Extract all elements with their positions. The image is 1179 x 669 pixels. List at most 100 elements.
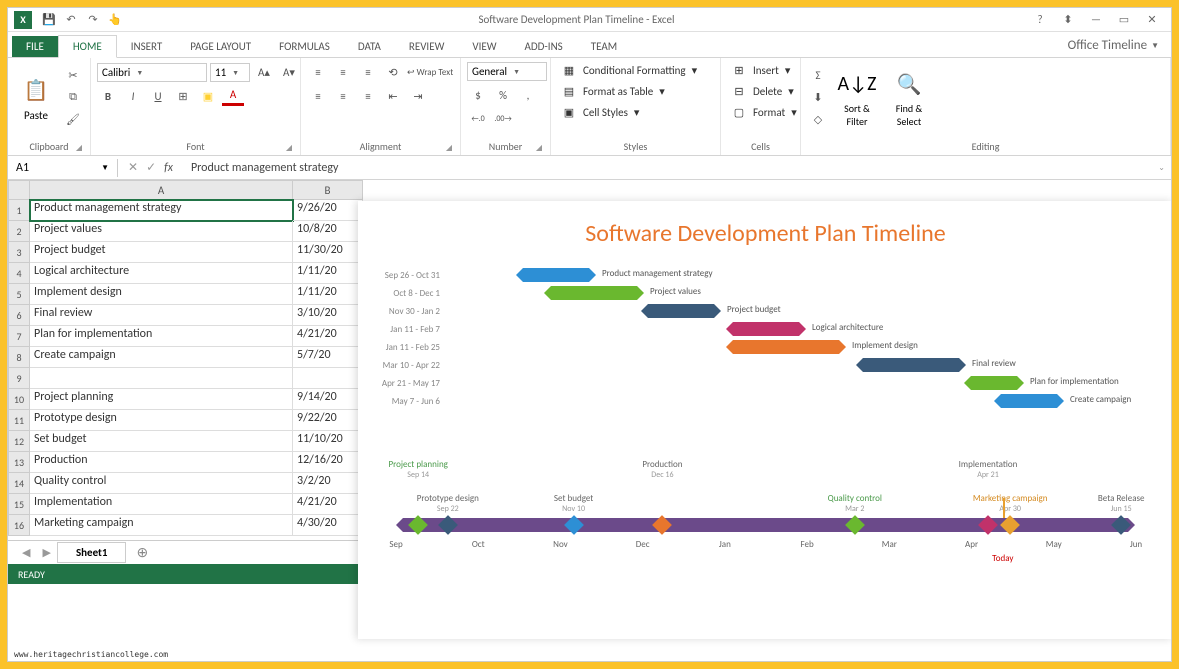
expand-formula-bar-icon[interactable]: ⌄ (1152, 163, 1171, 173)
tab-page-layout[interactable]: PAGE LAYOUT (176, 36, 265, 57)
decrease-decimal-icon[interactable]: .00→ (492, 109, 514, 129)
cell[interactable]: Final review (30, 305, 293, 326)
orientation-icon[interactable]: ⟲ (382, 62, 404, 82)
align-left-icon[interactable]: ≡ (307, 86, 329, 106)
row-header[interactable]: 1 (8, 200, 30, 221)
row-header[interactable]: 16 (8, 515, 30, 536)
font-size-select[interactable]: 11▼ (210, 63, 250, 82)
comma-icon[interactable]: , (517, 85, 539, 105)
undo-icon[interactable]: ↶ (63, 12, 79, 28)
delete-cells-button[interactable]: ⊟Delete▾ (727, 83, 798, 100)
format-painter-icon[interactable]: 🖌 (62, 109, 84, 129)
increase-indent-icon[interactable]: ⇥ (407, 86, 429, 106)
cell[interactable] (293, 368, 363, 389)
cell[interactable]: Project values (30, 221, 293, 242)
row-header[interactable]: 2 (8, 221, 30, 242)
ribbon-options-icon[interactable]: ⬍ (1055, 10, 1081, 30)
save-icon[interactable]: 💾 (41, 12, 57, 28)
cell[interactable]: Plan for implementation (30, 326, 293, 347)
tab-home[interactable]: HOME (58, 35, 117, 58)
maximize-button[interactable]: ▭ (1111, 10, 1137, 30)
close-button[interactable]: ✕ (1139, 10, 1165, 30)
cell[interactable]: 1/11/20 (293, 263, 363, 284)
cell[interactable]: 4/21/20 (293, 326, 363, 347)
align-top-icon[interactable]: ≡ (307, 62, 329, 82)
minimize-button[interactable]: — (1083, 10, 1109, 30)
paste-button[interactable]: 📋Paste (14, 62, 58, 132)
cell[interactable]: Project planning (30, 389, 293, 410)
row-header[interactable]: 10 (8, 389, 30, 410)
new-sheet-button[interactable]: ⊕ (126, 544, 158, 561)
increase-decimal-icon[interactable]: ←.0 (467, 109, 489, 129)
cell[interactable]: 12/16/20 (293, 452, 363, 473)
cell[interactable]: 11/30/20 (293, 242, 363, 263)
font-launcher-icon[interactable]: ◢ (286, 143, 292, 153)
enter-formula-icon[interactable]: ✓ (146, 160, 156, 175)
cell[interactable]: Project budget (30, 242, 293, 263)
border-icon[interactable]: ⊞ (172, 86, 194, 106)
cell[interactable]: Quality control (30, 473, 293, 494)
sheet-nav-next-icon[interactable]: ▶ (36, 546, 56, 559)
insert-cells-button[interactable]: ⊞Insert▾ (727, 62, 794, 79)
cell[interactable]: 11/10/20 (293, 431, 363, 452)
cell[interactable]: Set budget (30, 431, 293, 452)
formula-input[interactable]: Product management strategy (183, 159, 1152, 177)
sort-filter-button[interactable]: A↓ZSort & Filter (833, 62, 881, 132)
align-middle-icon[interactable]: ≡ (332, 62, 354, 82)
sheet-nav-prev-icon[interactable]: ◀ (16, 546, 36, 559)
fill-color-icon[interactable]: ▣ (197, 86, 219, 106)
autosum-icon[interactable]: Σ (807, 65, 829, 85)
column-header-B[interactable]: B (293, 180, 363, 200)
clear-icon[interactable]: ◇ (807, 109, 829, 129)
cell[interactable]: 3/10/20 (293, 305, 363, 326)
font-family-select[interactable]: Calibri▼ (97, 63, 207, 82)
cell[interactable]: 9/14/20 (293, 389, 363, 410)
cell[interactable]: 1/11/20 (293, 284, 363, 305)
number-format-select[interactable]: General▼ (467, 62, 547, 81)
cell[interactable] (30, 368, 293, 389)
select-all-corner[interactable] (8, 180, 30, 200)
cell[interactable]: Product management strategy (30, 200, 293, 221)
cut-icon[interactable]: ✂ (62, 65, 84, 85)
row-header[interactable]: 7 (8, 326, 30, 347)
cell[interactable]: Prototype design (30, 410, 293, 431)
fx-icon[interactable]: fx (164, 161, 173, 175)
row-header[interactable]: 3 (8, 242, 30, 263)
row-header[interactable]: 13 (8, 452, 30, 473)
cell[interactable]: 5/7/20 (293, 347, 363, 368)
cell[interactable]: 4/21/20 (293, 494, 363, 515)
cell[interactable]: Logical architecture (30, 263, 293, 284)
find-select-button[interactable]: 🔍Find & Select (885, 62, 933, 132)
bold-button[interactable]: B (97, 86, 119, 106)
tab-insert[interactable]: INSERT (117, 36, 177, 57)
tab-formulas[interactable]: FORMULAS (265, 36, 344, 57)
cell[interactable]: Production (30, 452, 293, 473)
cancel-formula-icon[interactable]: ✕ (128, 160, 138, 175)
clipboard-launcher-icon[interactable]: ◢ (76, 143, 82, 153)
cell[interactable]: Marketing campaign (30, 515, 293, 536)
decrease-indent-icon[interactable]: ⇤ (382, 86, 404, 106)
row-header[interactable]: 6 (8, 305, 30, 326)
row-header[interactable]: 14 (8, 473, 30, 494)
tab-addins[interactable]: ADD-INS (511, 36, 577, 57)
number-launcher-icon[interactable]: ◢ (536, 143, 542, 153)
row-header[interactable]: 15 (8, 494, 30, 515)
wrap-text-button[interactable]: ↩ Wrap Text (407, 62, 453, 82)
cell[interactable]: Implement design (30, 284, 293, 305)
copy-icon[interactable]: ⧉ (62, 87, 84, 107)
cell[interactable]: Create campaign (30, 347, 293, 368)
tab-file[interactable]: FILE (12, 36, 58, 57)
row-header[interactable]: 4 (8, 263, 30, 284)
sheet-tab-sheet1[interactable]: Sheet1 (57, 542, 127, 563)
redo-icon[interactable]: ↷ (85, 12, 101, 28)
column-header-A[interactable]: A (30, 180, 293, 200)
conditional-formatting-button[interactable]: ▦Conditional Formatting▾ (557, 62, 701, 79)
row-header[interactable]: 12 (8, 431, 30, 452)
fill-icon[interactable]: ⬇ (807, 87, 829, 107)
row-header[interactable]: 5 (8, 284, 30, 305)
touch-mode-icon[interactable]: 👆 (107, 12, 123, 28)
align-right-icon[interactable]: ≡ (357, 86, 379, 106)
currency-icon[interactable]: $ (467, 85, 489, 105)
help-icon[interactable]: ? (1027, 10, 1053, 30)
font-color-icon[interactable]: A (222, 86, 244, 106)
